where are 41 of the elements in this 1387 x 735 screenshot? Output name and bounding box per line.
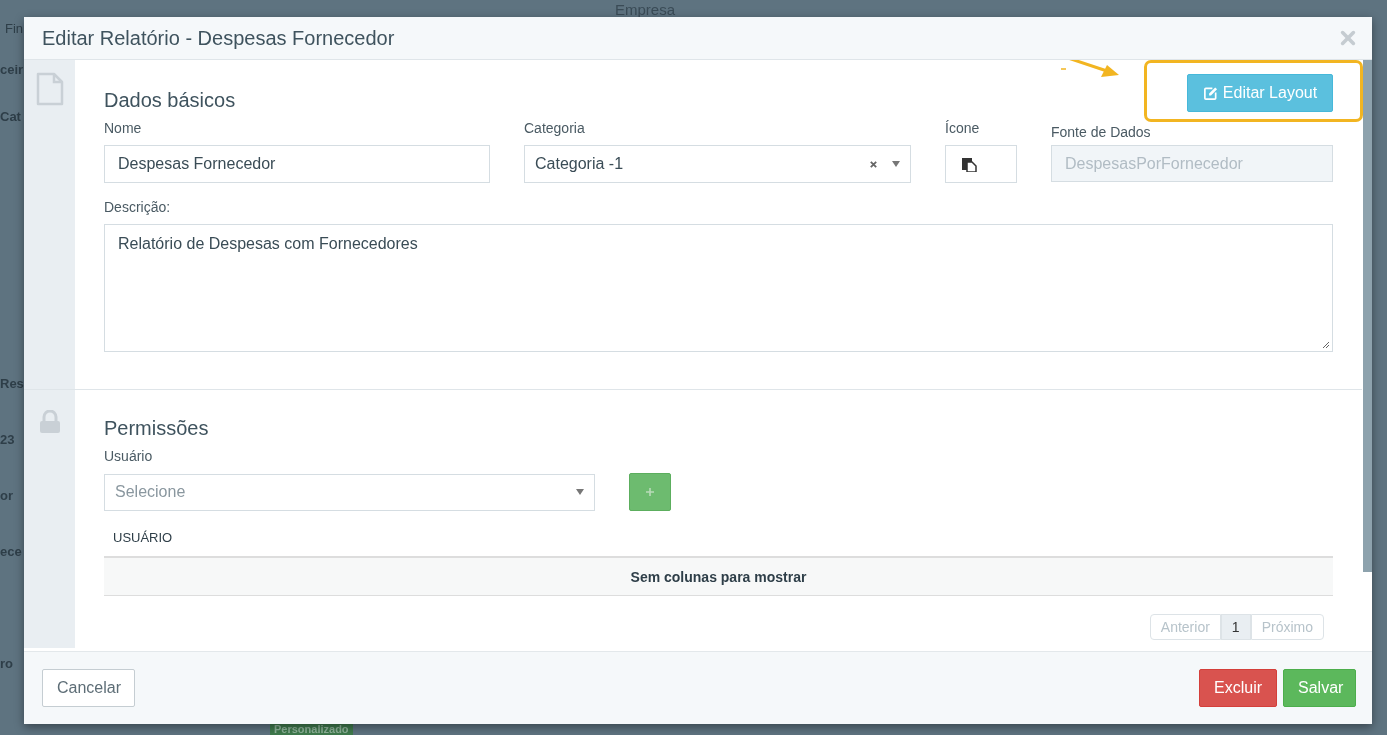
- status-badge: Personalizado: [270, 724, 353, 735]
- resize-handle-icon[interactable]: [1322, 341, 1330, 349]
- section-title: Permissões: [104, 417, 209, 440]
- caret-icon: [892, 161, 900, 167]
- caret-icon: [576, 489, 584, 495]
- data-source-field: DespesasPorFornecedor: [1051, 145, 1333, 182]
- category-select[interactable]: Categoria -1: [524, 145, 911, 183]
- save-button[interactable]: Salvar: [1283, 669, 1356, 707]
- empty-table-message: Sem colunas para mostrar: [104, 558, 1333, 596]
- field-label: Ícone: [945, 120, 981, 136]
- edit-icon: [1202, 85, 1218, 101]
- scrollbar-thumb[interactable]: [1363, 60, 1372, 572]
- document-icon: [35, 72, 64, 106]
- lock-icon: [37, 410, 62, 434]
- menu-label[interactable]: Fin: [5, 21, 24, 36]
- table-cell-text: 23: [0, 431, 16, 449]
- table-cell-text: Cat: [0, 108, 22, 126]
- column-header: USUÁRIO: [113, 530, 173, 545]
- clipboard-icon: [961, 156, 977, 172]
- field-label: Usuário: [104, 448, 153, 464]
- description-field[interactable]: Relatório de Despesas com Fornecedores: [104, 224, 1333, 352]
- table-cell-text: ece: [0, 543, 23, 561]
- icon-picker[interactable]: [945, 145, 1017, 183]
- field-label: Descrição:: [104, 199, 171, 215]
- field-label: Categoria: [524, 120, 586, 136]
- delete-button[interactable]: Excluir: [1199, 669, 1277, 707]
- edit-layout-button[interactable]: Editar Layout: [1187, 74, 1333, 112]
- pagination-button[interactable]: 1: [1220, 614, 1251, 640]
- name-field[interactable]: Despesas Fornecedor: [104, 145, 490, 183]
- table-cell-text: ceir: [0, 61, 24, 79]
- dialog-title: Editar Relatório - Despesas Fornecedor: [42, 26, 395, 50]
- table-cell-text: Res: [0, 375, 24, 393]
- section-title: Dados básicos: [104, 89, 236, 112]
- field-label: Fonte de Dados: [1051, 124, 1152, 140]
- field-label: Nome: [104, 120, 143, 136]
- user-select[interactable]: Selecione: [104, 473, 595, 511]
- plus-icon: [645, 487, 655, 497]
- table-cell-text: ro: [0, 655, 14, 673]
- clear-icon[interactable]: [869, 159, 878, 169]
- cancel-button[interactable]: Cancelar: [42, 669, 135, 707]
- table-cell-text: or: [0, 487, 14, 505]
